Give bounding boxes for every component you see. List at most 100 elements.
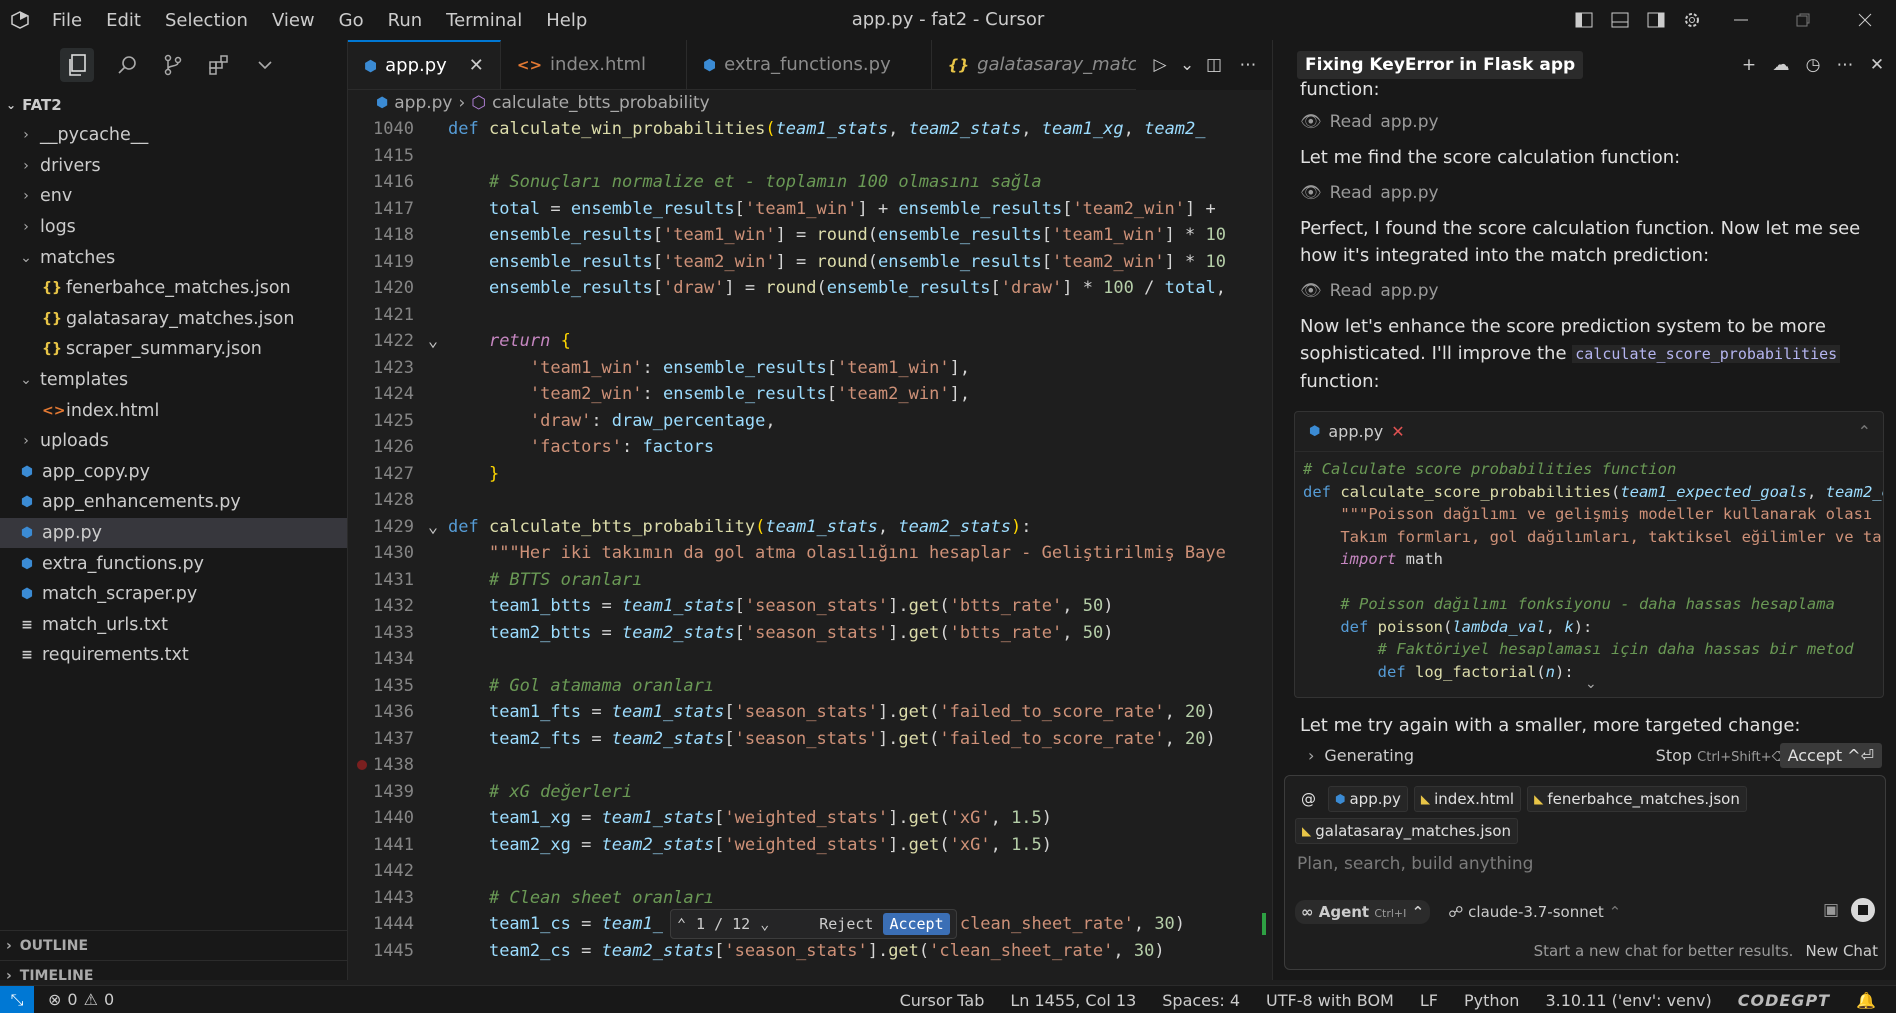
code-line[interactable]: 1439 # xG değerleri (348, 779, 1272, 806)
history-icon[interactable]: ◷ (1802, 55, 1824, 75)
code-line[interactable]: 1417 total = ensemble_results['team1_win… (348, 196, 1272, 223)
code-line[interactable]: 1431 # BTTS oranları (348, 567, 1272, 594)
mention-at-icon[interactable]: @ (1295, 786, 1322, 812)
codegpt-extension[interactable]: CODEGPT (1738, 991, 1830, 1010)
tree-file[interactable]: {} galatasaray_matches.json (0, 304, 347, 335)
code-line[interactable]: 1429 ⌄ def calculate_btts_probability(team… (348, 514, 1272, 541)
context-chip[interactable]: ⬢ app.py (1328, 786, 1408, 812)
code-line[interactable]: 1433 team2_btts = team2_stats['season_st… (348, 620, 1272, 647)
stop-button[interactable]: Stop Ctrl+Shift+⌫ (1656, 746, 1790, 765)
problems-indicator[interactable]: ⊗ 0 ⚠ 0 (34, 990, 114, 1009)
context-chip[interactable]: ◣ fenerbahce_matches.json (1527, 786, 1747, 812)
tree-file[interactable]: ≡ match_urls.txt (0, 610, 347, 641)
code-line[interactable]: 1443 # Clean sheet oranları (348, 885, 1272, 912)
fold-chevron-icon[interactable]: ⌄ (418, 517, 448, 537)
tree-folder[interactable]: ⌄ templates (0, 365, 347, 396)
tree-file[interactable]: ⬢ app_enhancements.py (0, 487, 347, 518)
code-line[interactable]: 1430 """Her iki takımın da gol atma olas… (348, 540, 1272, 567)
menu-terminal[interactable]: Terminal (434, 10, 534, 31)
chevron-down-icon[interactable]: ⌄ (760, 915, 769, 933)
chevron-down-icon[interactable] (252, 52, 278, 78)
menu-edit[interactable]: Edit (94, 10, 153, 31)
code-line[interactable]: 1427 } (348, 461, 1272, 488)
outline-section[interactable]: › OUTLINE (0, 930, 347, 960)
menu-file[interactable]: File (40, 10, 94, 31)
model-selector[interactable]: ☍ claude-3.7-sonnet ⌃ (1448, 903, 1621, 921)
read-tool-call[interactable]: 👁 Read app.py (1300, 112, 1880, 132)
encoding[interactable]: UTF-8 with BOM (1266, 991, 1394, 1010)
search-icon[interactable] (114, 52, 140, 78)
chevron-down-icon[interactable]: ⌄ (1585, 676, 1597, 692)
code-line[interactable]: 1442 (348, 858, 1272, 885)
code-line[interactable]: 1415 (348, 143, 1272, 170)
tree-folder[interactable]: › uploads (0, 426, 347, 457)
code-line[interactable]: 1435 # Gol atamama oranları (348, 673, 1272, 700)
tree-file[interactable]: ⬢ extra_functions.py (0, 548, 347, 579)
cloud-icon[interactable]: ☁ (1770, 55, 1792, 75)
tab-extra-functions[interactable]: ⬢ extra_functions.py (687, 40, 932, 89)
menu-view[interactable]: View (260, 10, 327, 31)
code-line[interactable]: 1426 'factors': factors (348, 434, 1272, 461)
language-mode[interactable]: Python (1464, 991, 1519, 1010)
code-line[interactable]: 1424 'team2_win': ensemble_results['team… (348, 381, 1272, 408)
tree-file[interactable]: {} scraper_summary.json (0, 334, 347, 365)
settings-gear-icon[interactable] (1674, 0, 1710, 40)
more-actions-icon[interactable]: ⋯ (1834, 55, 1856, 75)
tree-file[interactable]: {} fenerbahce_matches.json (0, 273, 347, 304)
line-ending[interactable]: LF (1420, 991, 1438, 1010)
close-icon[interactable]: ✕ (1866, 55, 1888, 75)
toggle-primary-sidebar-icon[interactable] (1566, 0, 1602, 40)
chevron-down-icon[interactable]: ⌄ (1180, 55, 1194, 75)
explorer-files-icon[interactable] (60, 48, 94, 82)
stop-generation-button[interactable] (1851, 898, 1875, 922)
indentation[interactable]: Spaces: 4 (1162, 991, 1240, 1010)
code-line[interactable]: 1423 'team1_win': ensemble_results['team… (348, 355, 1272, 382)
code-line[interactable]: 1440 team1_xg = team1_stats['weighted_st… (348, 805, 1272, 832)
code-line[interactable]: 1432 team1_btts = team1_stats['season_st… (348, 593, 1272, 620)
remote-icon[interactable]: ⤡ (0, 985, 34, 1013)
fold-chevron-icon[interactable]: ⌄ (418, 331, 448, 351)
explorer-root[interactable]: ⌄ FAT2 (0, 90, 347, 120)
breakpoint-icon[interactable] (357, 760, 367, 770)
more-actions-icon[interactable]: ⋯ (1234, 55, 1262, 75)
chat-input[interactable]: Plan, search, build anything (1285, 844, 1885, 884)
agent-mode-selector[interactable]: ∞ Agent Ctrl+I ⌃ (1295, 900, 1431, 924)
tree-file[interactable]: ⬢ app.py (0, 517, 347, 549)
new-chat-link[interactable]: New Chat (1805, 942, 1878, 960)
code-line[interactable]: 1438 (348, 752, 1272, 779)
code-line[interactable]: 1419 ensemble_results['team2_win'] = rou… (348, 249, 1272, 276)
reject-button[interactable]: Reject (819, 915, 873, 933)
code-line[interactable]: 1428 (348, 487, 1272, 514)
python-interpreter[interactable]: 3.10.11 ('env': venv) (1545, 991, 1711, 1010)
tree-folder[interactable]: › logs (0, 212, 347, 243)
notifications-bell-icon[interactable]: 🔔 (1856, 991, 1876, 1010)
breadcrumb-symbol[interactable]: calculate_btts_probability (492, 93, 710, 113)
restore-icon[interactable] (1772, 0, 1834, 40)
split-editor-icon[interactable]: ◫ (1200, 55, 1228, 75)
toggle-panel-icon[interactable] (1602, 0, 1638, 40)
accept-button[interactable]: Accept (883, 913, 950, 935)
read-tool-call[interactable]: 👁 Read app.py (1300, 281, 1880, 301)
read-tool-call[interactable]: 👁 Read app.py (1300, 183, 1880, 203)
tree-file[interactable]: ≡ requirements.txt (0, 640, 347, 671)
menu-run[interactable]: Run (376, 10, 435, 31)
cursor-position[interactable]: Ln 1455, Col 13 (1010, 991, 1136, 1010)
code-line[interactable]: 1422 ⌄ return { (348, 328, 1272, 355)
tree-file[interactable]: ⬢ match_scraper.py (0, 579, 347, 610)
menu-help[interactable]: Help (534, 10, 599, 31)
run-icon[interactable]: ▷ (1146, 55, 1174, 75)
cursor-tab-status[interactable]: Cursor Tab (900, 991, 985, 1010)
accept-all-button[interactable]: Accept ^⏎ (1779, 742, 1882, 768)
code-line[interactable]: 1445 team2_cs = team2_stats['season_stat… (348, 938, 1272, 965)
code-line[interactable]: 1434 (348, 646, 1272, 673)
close-tab-icon[interactable]: ✕ (469, 55, 484, 76)
breadcrumb-file[interactable]: app.py (394, 93, 452, 113)
code-line[interactable]: 1425 'draw': draw_percentage, (348, 408, 1272, 435)
tree-file[interactable]: <> index.html (0, 395, 347, 426)
context-chip[interactable]: ◣ galatasaray_matches.json (1295, 818, 1519, 844)
toggle-secondary-sidebar-icon[interactable] (1638, 0, 1674, 40)
tree-folder[interactable]: › env (0, 181, 347, 212)
tree-file[interactable]: ⬢ app_copy.py (0, 457, 347, 488)
context-chip[interactable]: ◣ index.html (1413, 786, 1522, 812)
menu-go[interactable]: Go (327, 10, 376, 31)
